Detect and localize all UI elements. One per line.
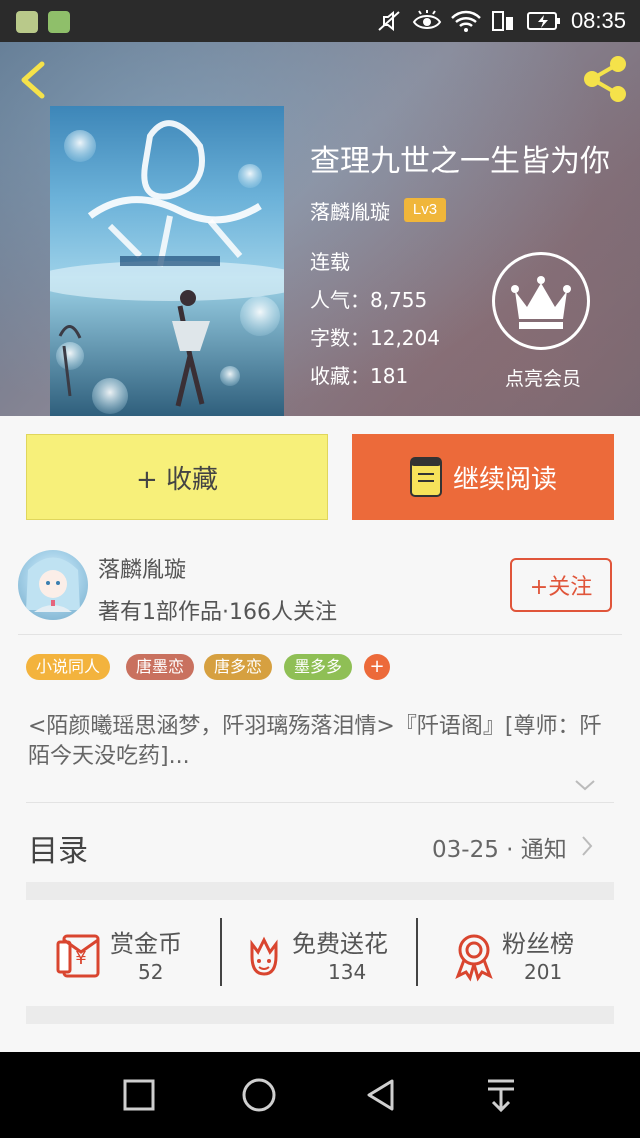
book-icon xyxy=(409,457,442,497)
divider xyxy=(220,918,222,986)
tag[interactable]: 小说同人 xyxy=(26,654,111,680)
fan-rank-label[interactable]: 粉丝榜 xyxy=(502,924,574,959)
fan-rank-count: 201 xyxy=(524,960,563,984)
author-level-badge: Lv3 xyxy=(404,198,446,222)
chevron-right-icon[interactable] xyxy=(580,834,594,858)
continue-reading-label: 继续阅读 xyxy=(452,464,557,495)
chevron-down-icon[interactable] xyxy=(574,778,596,792)
home-icon[interactable] xyxy=(240,1076,278,1114)
free-flower-count: 134 xyxy=(328,960,367,984)
mute-icon xyxy=(378,10,400,32)
tag[interactable]: 唐多恋 xyxy=(204,654,273,680)
flower-icon[interactable] xyxy=(238,930,290,982)
divider xyxy=(18,634,622,635)
back-icon[interactable] xyxy=(364,1078,398,1112)
vip-label[interactable]: 点亮会员 xyxy=(490,364,596,391)
eye-comfort-icon xyxy=(412,10,442,29)
share-icon[interactable] xyxy=(578,52,632,106)
sim-signal-icon xyxy=(492,11,513,31)
app-notification-icon xyxy=(16,11,38,33)
back-arrow-icon[interactable] xyxy=(12,58,56,102)
author-summary: 著有1部作品·166人关注 xyxy=(98,600,337,625)
avatar[interactable] xyxy=(18,550,88,620)
tag[interactable]: 墨多多 xyxy=(284,654,353,680)
book-title: 查理九世之一生皆为你 xyxy=(310,144,610,179)
reward-coin-count: 52 xyxy=(138,960,164,984)
section-separator xyxy=(26,882,614,900)
book-description[interactable]: <陌颜曦瑶思涵梦，阡羽璃殇落泪情>『阡语阁』[尊师：阡陌今天没吃药]... xyxy=(28,712,614,772)
system-nav-bar xyxy=(0,1052,640,1138)
popularity-stat: 人气：8,755 xyxy=(310,288,428,312)
catalog-label[interactable]: 目录 xyxy=(28,826,88,870)
status-bar: 08:35 xyxy=(0,0,640,42)
battery-charging-icon xyxy=(527,12,560,30)
notification-pull-icon[interactable] xyxy=(484,1076,518,1114)
crown-icon xyxy=(511,276,571,329)
book-cover-image[interactable] xyxy=(50,106,284,416)
add-tag-button[interactable]: + xyxy=(364,654,390,680)
collect-button[interactable]: + 收藏 xyxy=(26,434,328,520)
word-count-stat: 字数：12,204 xyxy=(310,326,440,350)
divider xyxy=(416,918,418,986)
free-flower-label[interactable]: 免费送花 xyxy=(292,924,388,959)
recent-apps-icon[interactable] xyxy=(122,1078,156,1112)
follow-button[interactable]: +关注 xyxy=(510,558,612,612)
reward-coin-label[interactable]: 赏金币 xyxy=(110,924,182,959)
continue-reading-button[interactable]: 继续阅读 xyxy=(352,434,614,520)
catalog-update-info[interactable]: 03-25 · 通知 xyxy=(432,830,567,864)
divider xyxy=(26,802,614,803)
app-notification-icon xyxy=(48,11,70,33)
reward-coin-icon[interactable]: ¥ xyxy=(54,930,106,982)
vip-crown-button[interactable] xyxy=(492,252,590,350)
tag[interactable]: 唐墨恋 xyxy=(126,654,195,680)
fan-rank-icon[interactable] xyxy=(448,930,500,982)
wifi-icon xyxy=(451,10,481,32)
clock: 08:35 xyxy=(570,8,626,33)
book-status: 连载 xyxy=(310,250,350,274)
book-author[interactable]: 落麟胤璇 xyxy=(310,196,390,225)
section-separator xyxy=(26,1006,614,1024)
collections-stat: 收藏：181 xyxy=(310,364,409,388)
author-name[interactable]: 落麟胤璇 xyxy=(98,552,186,584)
